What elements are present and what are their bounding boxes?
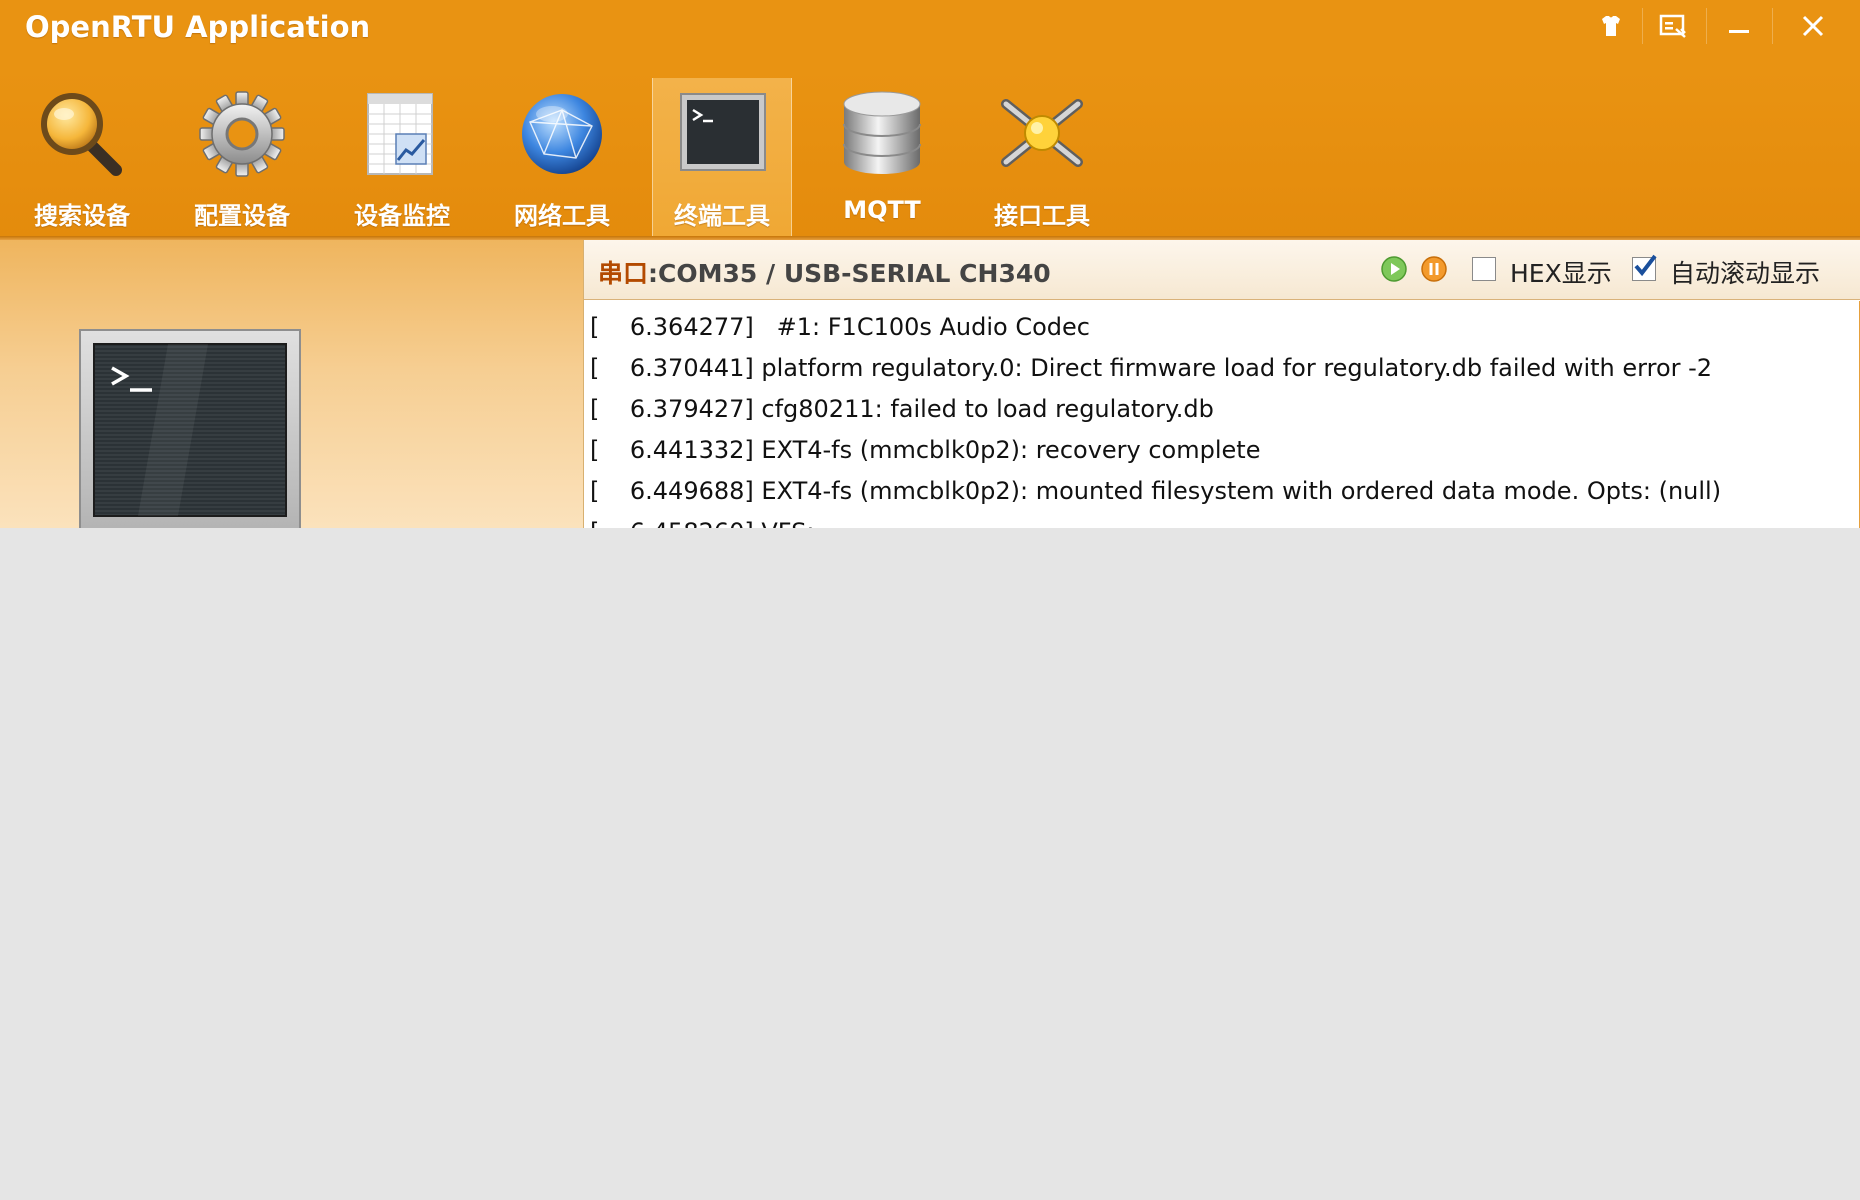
tool-label: 设备监控 — [354, 202, 450, 230]
database-icon — [843, 91, 921, 174]
log-line: [ 6.370441] platform regulatory.0: Direc… — [590, 354, 1713, 382]
tool-label: 配置设备 — [194, 202, 290, 230]
title-separator — [1706, 8, 1707, 44]
terminal-panel: 串口:COM35 / USB-SERIAL CH340 HEX显示 自动滚动显示… — [583, 240, 1860, 528]
log-line: [ 6.379427] cfg80211: failed to load reg… — [590, 395, 1214, 423]
hex-checkbox[interactable] — [1472, 257, 1496, 281]
title-separator — [1772, 8, 1773, 44]
log-line: [ 6.458260] VFS: — [590, 512, 1859, 528]
checkmark-icon — [1634, 254, 1657, 277]
port-label: 串口:COM35 / USB-SERIAL CH340 — [598, 254, 1051, 290]
autoscroll-label: 自动滚动显示 — [1670, 259, 1821, 288]
left-panel — [0, 240, 583, 528]
log-line: [ 6.449688] EXT4-fs (mmcblk0p2): mounted… — [590, 477, 1722, 505]
app-window: OpenRTU Application 搜索设备 配置设备 设备监控 网络工具 … — [0, 0, 1860, 528]
tool-interface[interactable]: 接口工具 — [972, 78, 1112, 236]
terminal-icon — [79, 329, 301, 528]
tool-label: 接口工具 — [994, 202, 1090, 230]
app-title: OpenRTU Application — [25, 10, 371, 44]
hex-label: HEX显示 — [1510, 259, 1612, 288]
pause-icon[interactable] — [1420, 255, 1448, 283]
title-bar[interactable]: OpenRTU Application — [0, 0, 1860, 70]
tools-icon — [1001, 99, 1083, 167]
spreadsheet-chart-icon — [367, 93, 433, 175]
tool-mqtt[interactable]: MQTT — [812, 78, 952, 236]
port-value: :COM35 / USB-SERIAL CH340 — [648, 259, 1051, 288]
minimize-icon[interactable] — [1710, 6, 1768, 46]
magnifier-icon — [41, 93, 122, 176]
globe-icon — [522, 94, 602, 174]
tool-device-monitor[interactable]: 设备监控 — [332, 78, 472, 236]
tool-label: 网络工具 — [514, 202, 610, 230]
autoscroll-checkbox[interactable] — [1632, 254, 1657, 281]
log-line: [ 6.441332] EXT4-fs (mmcblk0p2): recover… — [590, 436, 1261, 464]
settings-window-icon[interactable] — [1644, 6, 1702, 46]
log-line: [ 6.364277] #1: F1C100s Audio Codec — [590, 313, 1090, 341]
tool-terminal[interactable]: 终端工具 — [652, 78, 792, 236]
shirt-icon[interactable] — [1582, 6, 1640, 46]
main-toolbar: 搜索设备 配置设备 设备监控 网络工具 终端工具 MQTT 接口工具 — [0, 70, 1860, 238]
tool-search-device[interactable]: 搜索设备 — [12, 78, 152, 236]
terminal-icon — [680, 93, 766, 171]
gear-icon — [199, 91, 285, 177]
tool-config-device[interactable]: 配置设备 — [172, 78, 312, 236]
title-separator — [1642, 8, 1643, 44]
port-key: 串口 — [598, 259, 649, 288]
play-icon[interactable] — [1380, 255, 1408, 283]
close-icon[interactable] — [1784, 6, 1842, 46]
tool-label: MQTT — [843, 196, 921, 224]
tool-label: 搜索设备 — [34, 202, 130, 230]
terminal-output[interactable]: [ 6.364277] #1: F1C100s Audio Codec [ 6.… — [584, 301, 1860, 528]
tool-label: 终端工具 — [674, 202, 770, 230]
port-header: 串口:COM35 / USB-SERIAL CH340 HEX显示 自动滚动显示 — [584, 240, 1860, 300]
tool-network[interactable]: 网络工具 — [492, 78, 632, 236]
